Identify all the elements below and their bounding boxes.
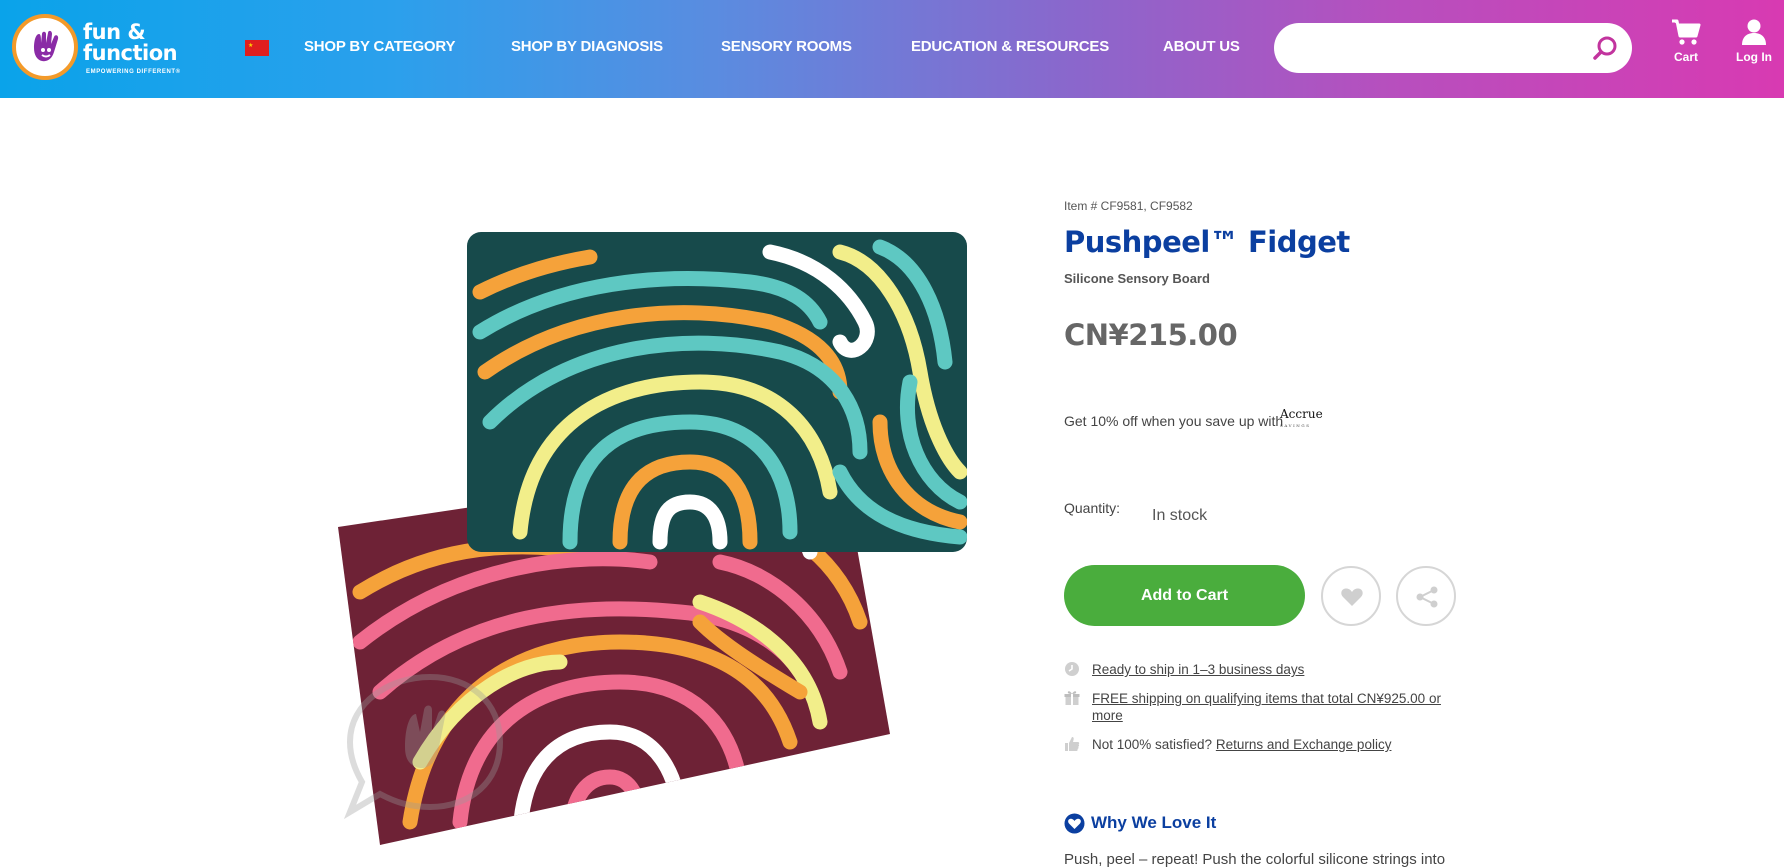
- site-header: fun & function EMPOWERING DIFFERENT® ★ S…: [0, 0, 1784, 98]
- stock-status: In stock: [1152, 507, 1208, 524]
- thumbs-up-icon: [1065, 737, 1080, 751]
- free-shipping-line-1: FREE shipping on qualifying items that t…: [1092, 691, 1441, 706]
- site-logo[interactable]: fun & function EMPOWERING DIFFERENT®: [12, 14, 182, 82]
- search-input[interactable]: [1274, 23, 1632, 73]
- product-title: Pushpeel™ Fidget: [1064, 225, 1350, 259]
- share-icon: [1416, 586, 1438, 608]
- logo-wordmark: fun & function: [83, 20, 178, 65]
- accrue-promo-text: Get 10% off when you save up with: [1064, 413, 1284, 429]
- share-button[interactable]: [1396, 566, 1456, 626]
- returns-exchange-link[interactable]: Returns and Exchange policy: [1216, 737, 1392, 752]
- shipping-time-link[interactable]: Ready to ship in 1–3 business days: [1092, 661, 1304, 678]
- login-button[interactable]: Log In: [1724, 18, 1784, 64]
- satisfaction-text: Not 100% satisfied? Returns and Exchange…: [1092, 736, 1391, 753]
- logo-tagline: EMPOWERING DIFFERENT®: [86, 69, 181, 75]
- free-shipping-line-2: more: [1092, 708, 1123, 723]
- heart-icon: [1341, 588, 1363, 606]
- accrue-logo[interactable]: Accrue SAVINGS: [1280, 407, 1323, 431]
- product-price: CN¥215.00: [1064, 318, 1238, 352]
- accrue-logo-sub: SAVINGS: [1280, 423, 1311, 428]
- product-description: Push, peel – repeat! Push the colorful s…: [1064, 851, 1446, 868]
- wishlist-button[interactable]: [1321, 566, 1381, 626]
- search-icon[interactable]: [1592, 35, 1618, 61]
- nav-shop-by-category[interactable]: SHOP BY CATEGORY: [304, 38, 455, 55]
- teal-board: [467, 232, 967, 552]
- nav-sensory-rooms[interactable]: SENSORY ROOMS: [721, 38, 852, 55]
- quantity-label: Quantity:: [1064, 500, 1121, 516]
- country-flag-icon[interactable]: ★: [245, 40, 269, 56]
- logo-hand-icon: [12, 14, 78, 80]
- product-subtitle: Silicone Sensory Board: [1064, 271, 1210, 286]
- free-shipping-link[interactable]: FREE shipping on qualifying items that t…: [1092, 690, 1441, 724]
- product-image[interactable]: [320, 222, 980, 865]
- add-to-cart-button[interactable]: Add to Cart: [1064, 565, 1305, 626]
- heart-badge-icon: [1064, 813, 1085, 834]
- login-label: Log In: [1736, 50, 1772, 64]
- logo-line-2: function: [83, 41, 178, 65]
- nav-education-resources[interactable]: EDUCATION & RESOURCES: [911, 38, 1109, 55]
- item-number: Item # CF9581, CF9582: [1064, 199, 1193, 213]
- cart-button[interactable]: Cart: [1656, 18, 1716, 64]
- cart-icon: [1672, 19, 1701, 45]
- satisfaction-label: Not 100% satisfied?: [1092, 737, 1213, 752]
- nav-shop-by-diagnosis[interactable]: SHOP BY DIAGNOSIS: [511, 38, 663, 55]
- nav-about-us[interactable]: ABOUT US: [1163, 38, 1240, 55]
- user-icon: [1742, 19, 1766, 45]
- gift-icon: [1064, 691, 1080, 705]
- logo-line-1: fun &: [83, 20, 146, 44]
- why-we-love-it-heading: Why We Love It: [1091, 813, 1217, 832]
- accrue-logo-name: Accrue: [1280, 407, 1323, 421]
- cart-label: Cart: [1673, 50, 1698, 64]
- clock-icon: [1065, 662, 1079, 676]
